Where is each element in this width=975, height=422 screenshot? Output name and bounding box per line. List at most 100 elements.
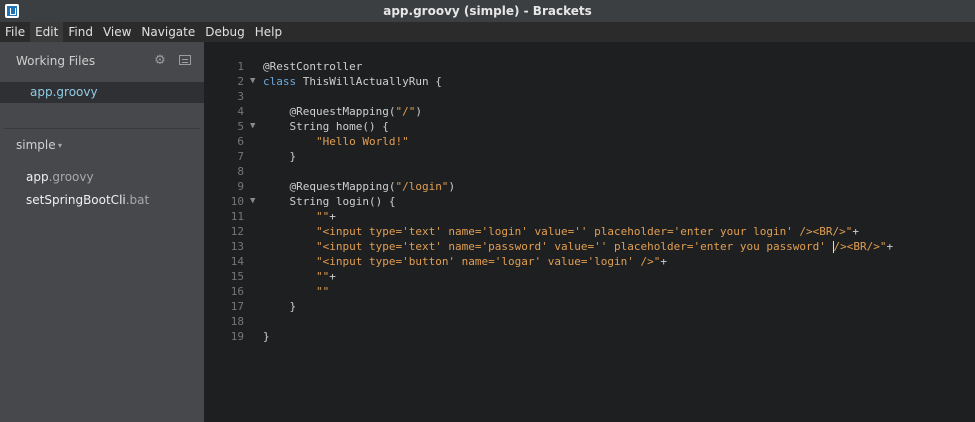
code-line[interactable]: 18 <box>204 314 975 329</box>
code-line[interactable]: 1 @RestController <box>204 59 975 74</box>
line-number: 11 <box>230 210 244 223</box>
code-line[interactable]: 17 } <box>204 299 975 314</box>
code-text[interactable]: class ThisWillActuallyRun { <box>263 74 442 89</box>
code-line[interactable]: 15 ""+ <box>204 269 975 284</box>
code-line[interactable]: 7 } <box>204 149 975 164</box>
code-token: "" <box>315 285 330 298</box>
code-editor[interactable]: 1 @RestController 2 ▼ class ThisWillActually… <box>204 42 975 422</box>
line-number: 19 <box>230 330 244 343</box>
code-token: "/login" <box>395 180 449 193</box>
chevron-down-icon[interactable]: ▾ <box>58 141 62 150</box>
code-line[interactable]: 5 ▼ String home() { <box>204 119 975 134</box>
line-number: 5 <box>237 120 244 133</box>
code-text[interactable]: } <box>263 299 296 314</box>
code-line[interactable]: 14 "<input type='button' name='logar' va… <box>204 254 975 269</box>
gear-icon[interactable]: ⚙ <box>153 54 167 68</box>
line-number: 13 <box>230 240 244 253</box>
code-text[interactable]: "<input type='button' name='logar' value… <box>263 254 667 269</box>
code-text[interactable]: @RequestMapping("/") <box>263 104 422 119</box>
code-token: "Hello World!" <box>315 135 409 148</box>
code-token: "/" <box>395 105 416 118</box>
file-tree-item[interactable]: app.groovy <box>26 170 94 184</box>
menu-view[interactable]: View <box>98 22 136 42</box>
menu-find[interactable]: Find <box>63 22 98 42</box>
code-token: class <box>263 75 297 88</box>
code-line[interactable]: 8 <box>204 164 975 179</box>
file-name: app <box>26 170 49 184</box>
split-view-icon[interactable] <box>179 55 191 65</box>
line-number: 16 <box>230 285 244 298</box>
code-line[interactable]: 11 ""+ <box>204 209 975 224</box>
file-extension: .groovy <box>48 170 94 184</box>
code-token: String login() { <box>263 195 396 208</box>
line-number: 15 <box>230 270 244 283</box>
code-lines[interactable]: 1 @RestController 2 ▼ class ThisWillActually… <box>204 59 975 344</box>
code-token: ) <box>448 180 456 193</box>
code-line[interactable]: 6 "Hello World!" <box>204 134 975 149</box>
code-token: ThisWillActuallyRun { <box>296 75 442 88</box>
code-token: + <box>329 210 336 223</box>
code-text[interactable]: "<input type='text' name='password' valu… <box>263 239 893 254</box>
code-text[interactable]: "" <box>263 284 329 299</box>
file-tree-item[interactable]: setSpringBootCli.bat <box>26 193 149 207</box>
code-token: } <box>263 300 297 313</box>
line-number: 18 <box>230 315 244 328</box>
code-token: /><BR/>" <box>833 240 887 253</box>
line-number: 8 <box>237 165 244 178</box>
window-title: app.groovy (simple) - Brackets <box>383 4 592 18</box>
code-text[interactable]: ""+ <box>263 209 336 224</box>
menu-navigate[interactable]: Navigate <box>136 22 200 42</box>
code-text[interactable]: } <box>263 149 296 164</box>
code-text[interactable]: String home() { <box>263 119 389 134</box>
code-line[interactable]: 19} <box>204 329 975 344</box>
fold-arrow-icon[interactable]: ▼ <box>250 74 255 89</box>
code-token: "<input type='button' name='logar' value… <box>315 255 661 268</box>
menu-edit[interactable]: Edit <box>30 22 64 42</box>
code-line[interactable]: 12 "<input type='text' name='login' valu… <box>204 224 975 239</box>
code-text[interactable]: "<input type='text' name='login' value='… <box>263 224 859 239</box>
menu-help[interactable]: Help <box>250 22 287 42</box>
menu-bar: File Edit Find View Navigate Debug Help <box>0 22 975 42</box>
code-token: "" <box>315 270 330 283</box>
fold-arrow-icon[interactable]: ▼ <box>250 194 255 209</box>
fold-arrow-icon[interactable]: ▼ <box>250 119 255 134</box>
working-file-item[interactable]: app.groovy <box>30 85 98 99</box>
menu-debug[interactable]: Debug <box>200 22 249 42</box>
working-files-header: Working Files <box>16 54 96 68</box>
code-text[interactable]: @RequestMapping("/login") <box>263 179 455 194</box>
code-token: @RequestMapping( <box>263 105 396 118</box>
code-line[interactable]: 9 @RequestMapping("/login") <box>204 179 975 194</box>
code-line[interactable]: 13 "<input type='text' name='password' v… <box>204 239 975 254</box>
code-line[interactable]: 2 ▼ class ThisWillActuallyRun { <box>204 74 975 89</box>
code-token: ) <box>415 105 422 118</box>
code-line[interactable]: 4 @RequestMapping("/") <box>204 104 975 119</box>
code-token: + <box>329 270 336 283</box>
file-name: setSpringBootCli <box>26 193 126 207</box>
code-token: @RequestMapping( <box>263 180 396 193</box>
code-line[interactable]: 3 <box>204 89 975 104</box>
code-text[interactable]: "Hello World!" <box>263 134 409 149</box>
code-text[interactable]: @RestController <box>263 59 362 74</box>
code-token: String home() { <box>263 120 389 133</box>
code-token: "" <box>315 210 330 223</box>
line-number: 12 <box>230 225 244 238</box>
menu-file[interactable]: File <box>0 22 30 42</box>
code-line[interactable]: 16 "" <box>204 284 975 299</box>
sidebar-divider <box>4 128 200 129</box>
code-line[interactable]: 10 ▼ String login() { <box>204 194 975 209</box>
line-number: 3 <box>237 90 244 103</box>
code-text[interactable]: String login() { <box>263 194 395 209</box>
code-text[interactable]: ""+ <box>263 269 336 284</box>
file-extension: .bat <box>125 193 150 207</box>
line-number: 9 <box>237 180 244 193</box>
sidebar: Working Files ⚙ app.groovy simple ▾ app.… <box>0 42 204 422</box>
code-text[interactable]: } <box>263 329 270 344</box>
project-dropdown[interactable]: simple <box>16 138 56 152</box>
